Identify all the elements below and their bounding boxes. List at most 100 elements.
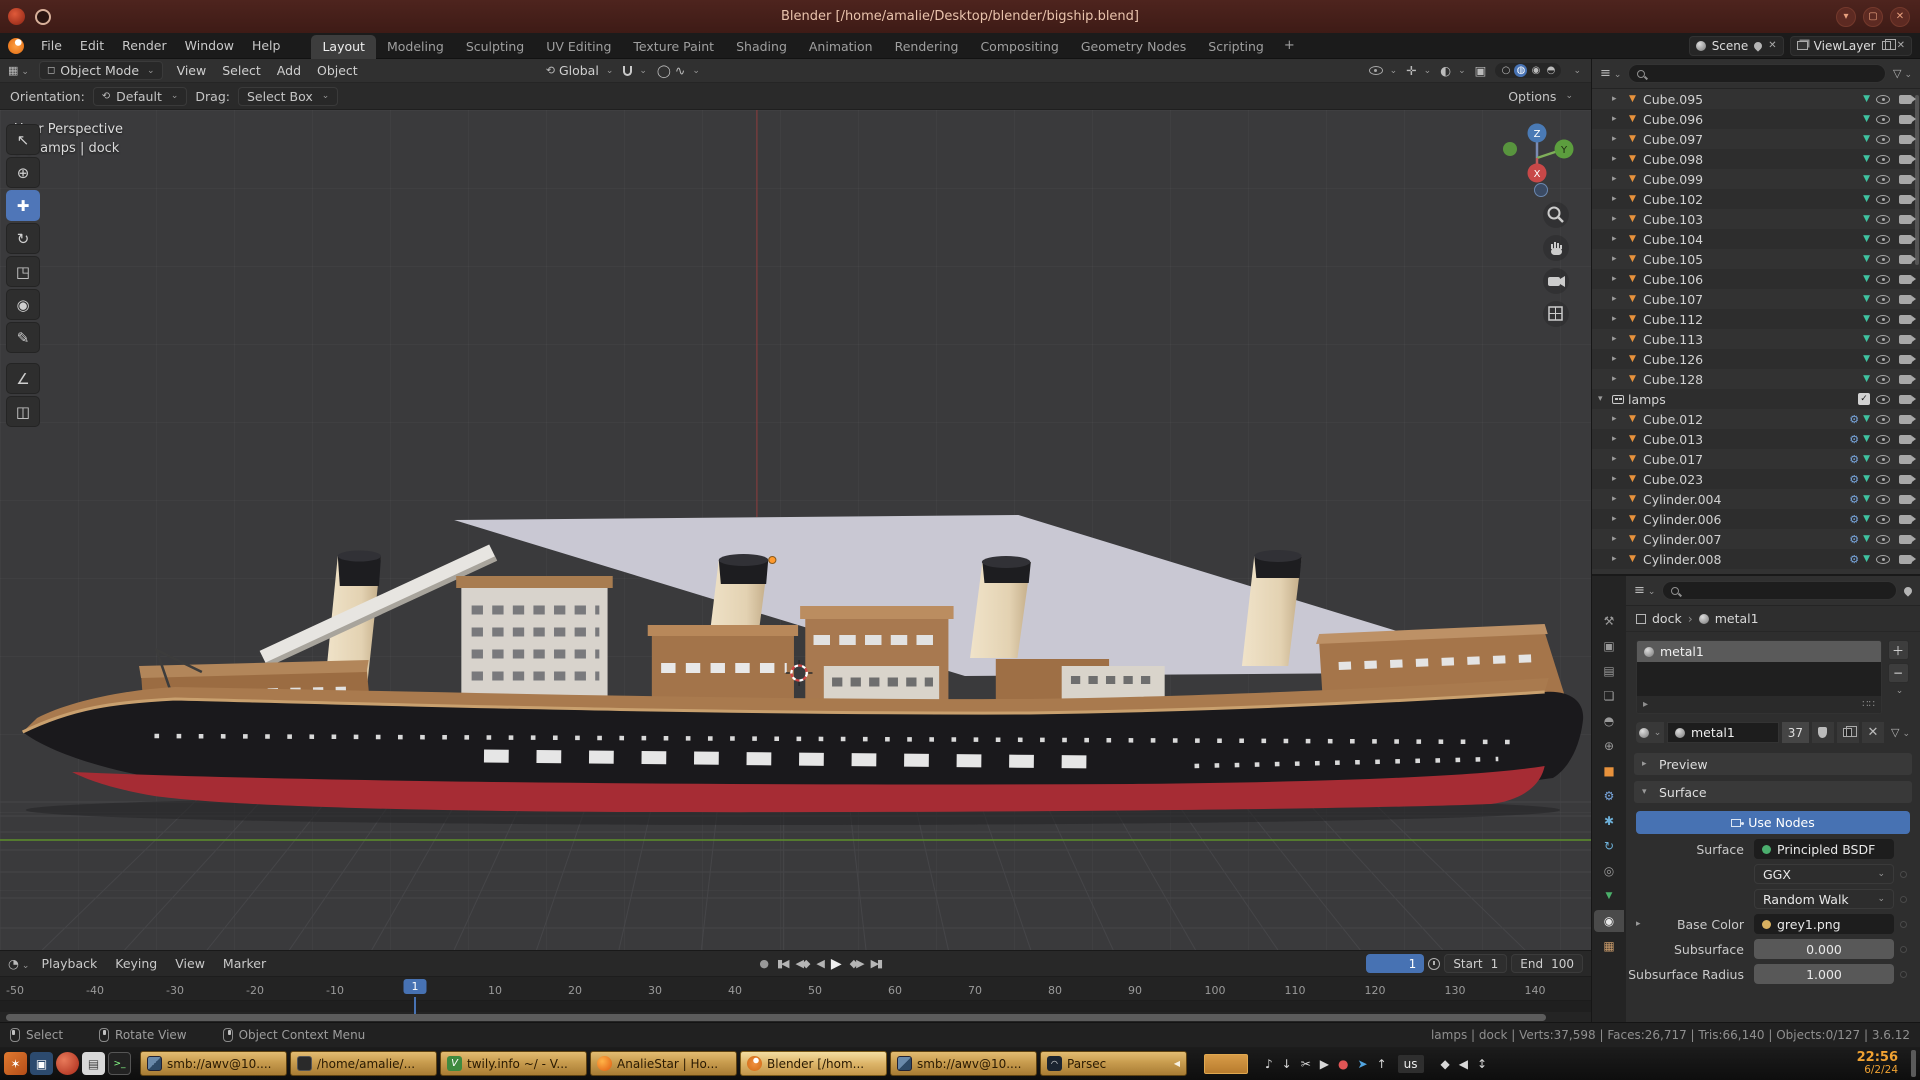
decorator[interactable] <box>1894 896 1912 903</box>
hide-in-viewport-eye-icon[interactable] <box>1874 535 1892 544</box>
outliner-row[interactable]: ▸ ▼ Cube.012 ⚙ ▼ <box>1592 409 1920 429</box>
hide-in-viewport-eye-icon[interactable] <box>1874 95 1892 104</box>
timeline-menu-item[interactable]: View <box>167 956 213 971</box>
scene-selector[interactable]: Scene ✕ <box>1689 36 1784 56</box>
hide-in-viewport-eye-icon[interactable] <box>1874 375 1892 384</box>
frame-end-field[interactable]: End 100 <box>1511 954 1583 973</box>
timeline-ruler[interactable]: -50-40-30-20-101020304050607080901001101… <box>0 977 1591 1001</box>
disable-in-renders-camera-icon[interactable] <box>1896 335 1914 344</box>
forward-cabin[interactable] <box>648 625 798 700</box>
expand-arrow-icon[interactable]: ▸ <box>1636 919 1641 929</box>
modifier-wrench-icon[interactable]: ⚙ <box>1849 473 1859 486</box>
tool-move[interactable]: ✚ <box>6 190 40 221</box>
material-slot-list[interactable]: metal1 ▸ ∷∷ <box>1636 640 1882 714</box>
tab-material[interactable]: ◉ <box>1594 910 1624 932</box>
expand-caret-icon[interactable]: ▸ <box>1612 254 1622 264</box>
playhead[interactable]: 1 <box>404 979 427 994</box>
editor-type-icon[interactable]: ▦⌄ <box>8 64 29 77</box>
menu-item[interactable]: Render <box>113 33 176 58</box>
hide-in-viewport-eye-icon[interactable] <box>1874 335 1892 344</box>
expand-caret-icon[interactable]: ▸ <box>1612 514 1622 524</box>
hide-in-viewport-eye-icon[interactable] <box>1874 215 1892 224</box>
tab-scene[interactable]: ◓ <box>1594 710 1624 732</box>
taskbar-window-button[interactable]: /home/amalie/... <box>290 1051 437 1076</box>
properties-search-input[interactable] <box>1662 581 1897 600</box>
workspace-tab[interactable]: Scripting <box>1197 35 1275 59</box>
scissors-icon[interactable]: ✂ <box>1301 1057 1311 1071</box>
modifier-wrench-icon[interactable]: ⚙ <box>1849 493 1859 506</box>
use-preview-range-icon[interactable] <box>1428 958 1440 970</box>
disable-in-renders-camera-icon[interactable] <box>1896 455 1914 464</box>
add-workspace-button[interactable]: + <box>1275 34 1304 57</box>
disable-in-renders-camera-icon[interactable] <box>1896 135 1914 144</box>
outliner-row[interactable]: ▸ ▼ Cylinder.009 ⚙ ▼ <box>1592 569 1920 574</box>
timeline-scrollbar-thumb[interactable] <box>6 1014 1546 1021</box>
snap-toggle[interactable]: ⌄ <box>623 66 647 76</box>
prev-keyframe-button[interactable]: ◀◆ <box>795 957 808 970</box>
expand-caret-icon[interactable]: ▸ <box>1612 94 1622 104</box>
disable-in-renders-camera-icon[interactable] <box>1896 555 1914 564</box>
outliner-row[interactable]: ▸ ▼ Cube.023 ⚙ ▼ <box>1592 469 1920 489</box>
disable-in-renders-camera-icon[interactable] <box>1896 495 1914 504</box>
disable-in-renders-camera-icon[interactable] <box>1896 315 1914 324</box>
modifier-wrench-icon[interactable]: ⚙ <box>1849 453 1859 466</box>
tab-output[interactable]: ▤ <box>1594 660 1624 682</box>
hide-in-viewport-eye-icon[interactable] <box>1874 395 1892 404</box>
gizmo-dropdown[interactable]: ✛⌄ <box>1406 63 1431 78</box>
outliner-row[interactable]: ▸ ▼ Cylinder.007 ⚙ ▼ <box>1592 529 1920 549</box>
frame-start-field[interactable]: Start 1 <box>1444 954 1507 973</box>
taskbar-window-button[interactable]: Parsec ◀ <box>1040 1051 1187 1076</box>
modifier-wrench-icon[interactable]: ⚙ <box>1849 533 1859 546</box>
telegram-icon[interactable]: ➤ <box>1358 1057 1368 1071</box>
unlink-material-icon[interactable]: ✕ <box>1862 722 1884 743</box>
expand-caret-icon[interactable]: ▸ <box>1612 174 1622 184</box>
expand-caret-icon[interactable]: ▸ <box>1612 474 1622 484</box>
expand-caret-icon[interactable]: ▸ <box>1612 234 1622 244</box>
show-desktop-button[interactable] <box>1911 1050 1916 1077</box>
outliner-row[interactable]: ▸ ▼ Cylinder.004 ⚙ ▼ <box>1592 489 1920 509</box>
tab-modifiers[interactable]: ⚙ <box>1594 785 1624 807</box>
workspace-tab[interactable]: Rendering <box>884 35 970 59</box>
material-name-field[interactable]: metal1 <box>1667 722 1779 743</box>
close-button[interactable]: ✕ <box>1890 7 1910 27</box>
expand-caret-icon[interactable]: ▸ <box>1612 354 1622 364</box>
outliner-row[interactable]: ▸ ▼ Cube.097 ▼ <box>1592 129 1920 149</box>
outliner-row[interactable]: ▸ ▼ Cube.103 ▼ <box>1592 209 1920 229</box>
tab-object[interactable]: ■ <box>1594 760 1624 782</box>
outliner-row[interactable]: ▸ ▼ Cube.017 ⚙ ▼ <box>1592 449 1920 469</box>
filter-icon[interactable]: ▽⌄ <box>1893 67 1912 80</box>
tab-world[interactable]: ⊕ <box>1594 735 1624 757</box>
expand-caret-icon[interactable]: ▸ <box>1612 414 1622 424</box>
navigation-gizmo[interactable]: Z Y X <box>1499 120 1577 202</box>
list-resize-grip[interactable]: ∷∷ <box>1862 699 1875 710</box>
expand-caret-icon[interactable]: ▸ <box>1612 154 1622 164</box>
expand-caret-icon[interactable]: ▸ <box>1612 214 1622 224</box>
hide-in-viewport-eye-icon[interactable] <box>1874 475 1892 484</box>
properties-editor-icon[interactable]: ≡⌄ <box>1634 583 1655 598</box>
shading-rendered-icon[interactable]: ◓ <box>1544 64 1557 77</box>
modifier-wrench-icon[interactable]: ⚙ <box>1849 513 1859 526</box>
workspace-tab[interactable]: UV Editing <box>535 35 622 59</box>
timeline-menu-item[interactable]: Marker <box>215 956 274 971</box>
viewport-menu-item[interactable]: Object <box>309 63 366 78</box>
taskbar-window-button[interactable]: AnalieStar | Ho... <box>590 1051 737 1076</box>
expand-caret-icon[interactable]: ▸ <box>1612 374 1622 384</box>
expand-caret-icon[interactable]: ▸ <box>1612 434 1622 444</box>
workspace-pager[interactable] <box>1204 1054 1248 1074</box>
tab-texture[interactable]: ▦ <box>1594 935 1624 957</box>
app-menu-icon[interactable] <box>4 1052 27 1075</box>
disable-in-renders-camera-icon[interactable] <box>1896 395 1914 404</box>
timeline-editor-icon[interactable]: ◔⌄ <box>8 956 29 971</box>
tool-add-cube[interactable]: ◫ <box>6 396 40 427</box>
viewport-menu-item[interactable]: Add <box>269 63 309 78</box>
upload-icon[interactable]: ↑ <box>1377 1057 1387 1071</box>
proportional-edit-toggle[interactable]: ◯∿⌄ <box>657 63 700 78</box>
decorator[interactable] <box>1894 871 1912 878</box>
tab-data[interactable]: ▼ <box>1594 885 1624 907</box>
disable-in-renders-camera-icon[interactable] <box>1896 475 1914 484</box>
workspace-tab[interactable]: Sculpting <box>455 35 535 59</box>
expand-caret-icon[interactable]: ▸ <box>1612 194 1622 204</box>
outliner-row[interactable]: ▸ ▼ Cube.102 ▼ <box>1592 189 1920 209</box>
viewlayer-selector[interactable]: ViewLayer ✕ <box>1790 36 1912 56</box>
tool-annotate[interactable]: ✎ <box>6 322 40 353</box>
